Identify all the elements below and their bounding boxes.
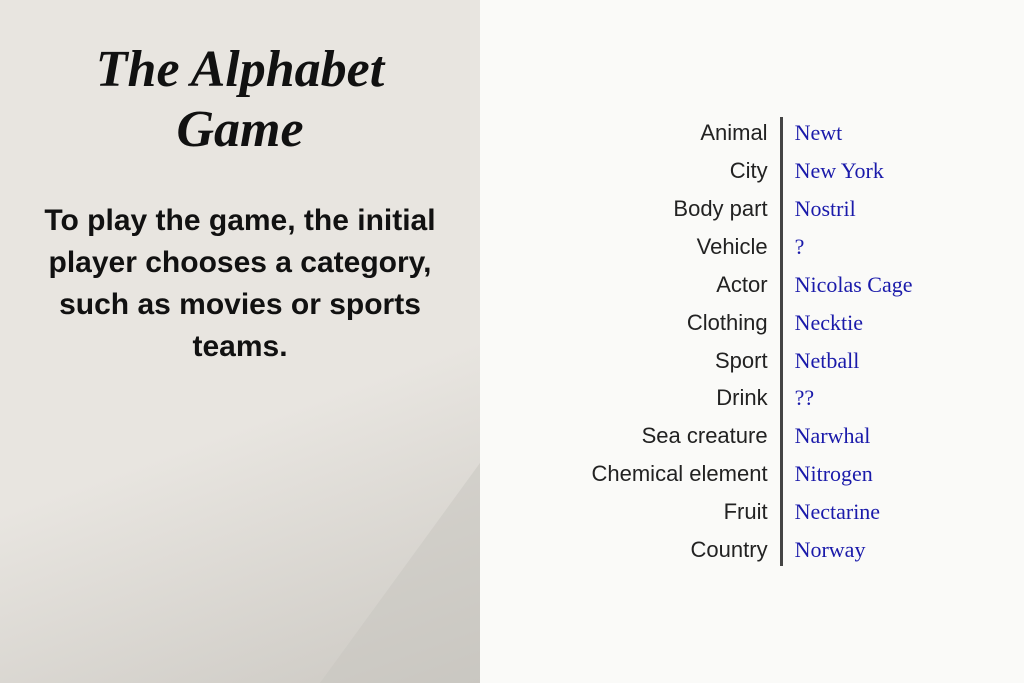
category-label: Animal xyxy=(700,117,767,149)
right-panel: Animal City Body part Vehicle Actor Clothing S… xyxy=(480,0,1024,683)
answer-label: ? xyxy=(795,231,805,263)
category-label: Actor xyxy=(716,269,767,301)
answer-label: Netball xyxy=(795,345,860,377)
category-label: Country xyxy=(691,534,768,566)
left-panel: The Alphabet Game To play the game, the … xyxy=(0,0,480,683)
answer-label: Nectarine xyxy=(795,496,881,528)
answer-label: Nicolas Cage xyxy=(795,269,913,301)
answers-column: Newt New York Nostril? Nicolas Cage Necktie N… xyxy=(795,117,913,566)
category-label: Fruit xyxy=(724,496,768,528)
page-title: The Alphabet Game xyxy=(40,40,440,160)
category-label: City xyxy=(730,155,768,187)
answer-label: Norway xyxy=(795,534,866,566)
game-table: Animal City Body part Vehicle Actor Clothing S… xyxy=(592,117,913,566)
answer-label: ?? xyxy=(795,382,815,414)
answer-label: Nitrogen xyxy=(795,458,873,490)
categories-column: Animal City Body part Vehicle Actor Clothing S… xyxy=(592,117,768,566)
answer-label: Newt xyxy=(795,117,843,149)
category-label: Sport xyxy=(715,345,768,377)
category-label: Vehicle xyxy=(697,231,768,263)
category-label: Clothing xyxy=(687,307,768,339)
answer-label: New York xyxy=(795,155,884,187)
answer-label: Narwhal xyxy=(795,420,871,452)
game-description: To play the game, the initial player cho… xyxy=(40,200,440,368)
answer-label: Necktie xyxy=(795,307,863,339)
table-divider xyxy=(780,117,783,566)
category-label: Sea creature xyxy=(642,420,768,452)
category-label: Drink xyxy=(716,382,767,414)
answer-label: Nostril xyxy=(795,193,856,225)
category-label: Body part xyxy=(673,193,767,225)
category-label: Chemical element xyxy=(592,458,768,490)
